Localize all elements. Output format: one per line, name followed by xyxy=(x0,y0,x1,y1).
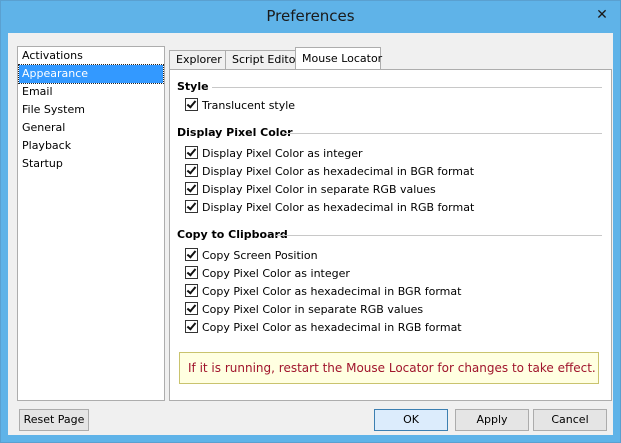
group-divider xyxy=(282,133,602,134)
sidebar-item-file-system[interactable]: File System xyxy=(19,101,163,119)
checkbox-checked-icon[interactable] xyxy=(185,146,198,159)
checkbox-copy-hex-bgr[interactable]: Copy Pixel Color as hexadecimal in BGR f… xyxy=(185,284,461,300)
sidebar-item-activations[interactable]: Activations xyxy=(19,47,163,65)
checkbox-checked-icon[interactable] xyxy=(185,200,198,213)
checkbox-copy-rgb-values[interactable]: Copy Pixel Color in separate RGB values xyxy=(185,302,423,318)
checkbox-display-rgb-values[interactable]: Display Pixel Color in separate RGB valu… xyxy=(185,182,436,198)
checkbox-checked-icon[interactable] xyxy=(185,284,198,297)
checkbox-label: Display Pixel Color as integer xyxy=(202,147,363,160)
group-divider xyxy=(276,235,602,236)
checkbox-copy-hex-rgb[interactable]: Copy Pixel Color as hexadecimal in RGB f… xyxy=(185,320,462,336)
checkbox-copy-integer[interactable]: Copy Pixel Color as integer xyxy=(185,266,350,282)
checkbox-checked-icon[interactable] xyxy=(185,182,198,195)
sidebar-item-startup[interactable]: Startup xyxy=(19,155,163,173)
group-divider xyxy=(212,87,602,88)
mouse-locator-panel: Style Translucent style Display Pixel Co… xyxy=(169,69,612,401)
checkbox-display-hex-bgr[interactable]: Display Pixel Color as hexadecimal in BG… xyxy=(185,164,474,180)
group-heading-display-pixel-color: Display Pixel Color xyxy=(177,126,293,139)
checkbox-label: Display Pixel Color in separate RGB valu… xyxy=(202,183,436,196)
sidebar-item-playback[interactable]: Playback xyxy=(19,137,163,155)
sidebar-item-general[interactable]: General xyxy=(19,119,163,137)
checkbox-label: Copy Pixel Color as hexadecimal in BGR f… xyxy=(202,285,462,298)
checkbox-checked-icon[interactable] xyxy=(185,302,198,315)
title-bar[interactable]: Preferences ✕ xyxy=(1,1,620,33)
checkbox-checked-icon[interactable] xyxy=(185,164,198,177)
checkbox-checked-icon[interactable] xyxy=(185,320,198,333)
checkbox-checked-icon[interactable] xyxy=(185,98,198,111)
tab-mouse-locator[interactable]: Mouse Locator xyxy=(295,47,382,70)
checkbox-label: Copy Pixel Color as hexadecimal in RGB f… xyxy=(202,321,462,334)
group-heading-style: Style xyxy=(177,80,209,93)
checkbox-checked-icon[interactable] xyxy=(185,266,198,279)
checkbox-copy-screen-position[interactable]: Copy Screen Position xyxy=(185,248,318,264)
checkbox-label: Copy Screen Position xyxy=(202,249,318,262)
window-title: Preferences xyxy=(266,7,355,25)
cancel-button[interactable]: Cancel xyxy=(533,409,607,431)
reset-page-button[interactable]: Reset Page xyxy=(19,409,89,431)
checkbox-display-integer[interactable]: Display Pixel Color as integer xyxy=(185,146,363,162)
apply-button[interactable]: Apply xyxy=(455,409,529,431)
ok-button[interactable]: OK xyxy=(374,409,448,431)
restart-notice: If it is running, restart the Mouse Loca… xyxy=(179,352,599,384)
checkbox-label: Copy Pixel Color as integer xyxy=(202,267,350,280)
checkbox-display-hex-rgb[interactable]: Display Pixel Color as hexadecimal in RG… xyxy=(185,200,474,216)
group-heading-copy-to-clipboard: Copy to Clipboard xyxy=(177,228,288,241)
close-icon[interactable]: ✕ xyxy=(594,7,610,23)
checkbox-translucent-style[interactable]: Translucent style xyxy=(185,98,295,114)
checkbox-label: Translucent style xyxy=(202,99,296,112)
checkbox-label: Display Pixel Color as hexadecimal in BG… xyxy=(202,165,475,178)
checkbox-label: Copy Pixel Color in separate RGB values xyxy=(202,303,424,316)
category-list[interactable]: Activations Appearance Email File System… xyxy=(17,46,165,401)
sidebar-item-appearance[interactable]: Appearance xyxy=(18,64,164,84)
checkbox-label: Display Pixel Color as hexadecimal in RG… xyxy=(202,201,475,214)
preferences-window: Preferences ✕ Activations Appearance Ema… xyxy=(0,0,621,443)
checkbox-checked-icon[interactable] xyxy=(185,248,198,261)
sidebar-item-email[interactable]: Email xyxy=(19,83,163,101)
tab-script-editor[interactable]: Script Editor xyxy=(225,50,300,69)
tab-explorer[interactable]: Explorer xyxy=(169,50,227,69)
dialog-client-area: Activations Appearance Email File System… xyxy=(8,33,613,435)
